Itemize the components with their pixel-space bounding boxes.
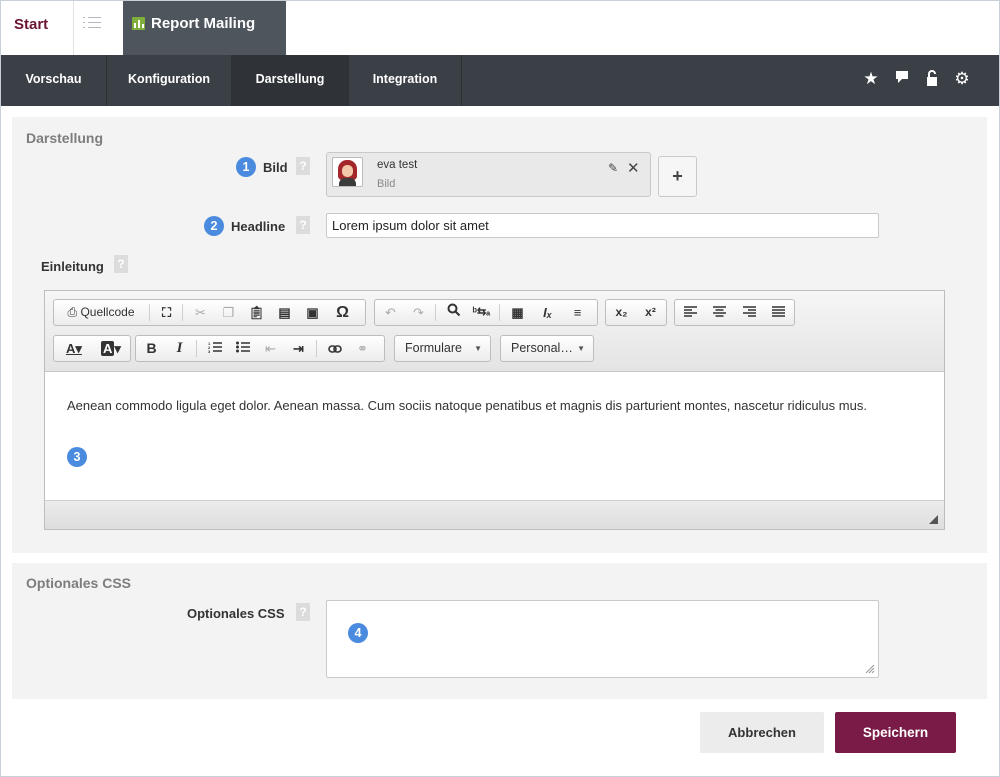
unlock-icon[interactable] [922, 69, 942, 89]
toolbar-group-script: x₂ x² [605, 299, 667, 326]
remove-format-icon[interactable]: Iₓ [535, 300, 560, 325]
save-button[interactable]: Speichern [835, 712, 956, 753]
unlink-icon[interactable]: ⚭ [350, 336, 375, 361]
personal-dropdown[interactable]: Personal… ▼ [500, 335, 594, 362]
cut-icon[interactable]: ✂ [188, 300, 213, 325]
optional-css-title: Optionales CSS [26, 575, 132, 591]
headline-label: Headline [231, 219, 286, 234]
format-dropdown[interactable]: Formulare ▼ [394, 335, 491, 362]
resize-grip-icon[interactable] [865, 664, 875, 674]
einleitung-help-icon[interactable]: ? [114, 255, 128, 273]
toolbar-group-edit: ↶ ↷ ᵇ⇆ₐ ▦ Iₓ ≡ [374, 299, 598, 326]
search-icon[interactable] [441, 300, 466, 325]
editor-statusbar [45, 500, 944, 529]
paste-text-icon[interactable]: ▤ [272, 300, 297, 325]
link-icon[interactable] [322, 336, 347, 361]
resize-handle-icon[interactable] [929, 515, 938, 524]
nav-konfiguration[interactable]: Konfiguration [107, 55, 232, 106]
report-chart-icon [132, 17, 145, 30]
redo-icon[interactable]: ↷ [406, 300, 431, 325]
paste-word-icon[interactable]: ▣ [300, 300, 325, 325]
toolbar-group-clipboard: ⎙ Quellcode ⛶ ✂ ❐ 📋︎ ▤ ▣ Ω [53, 299, 366, 326]
close-icon[interactable]: ✕ [627, 159, 640, 177]
tab-report-mailing[interactable]: Report Mailing [123, 1, 286, 55]
nav-integration[interactable]: Integration [349, 55, 462, 106]
toolbar-group-align [674, 299, 795, 326]
headline-input[interactable] [326, 213, 879, 238]
list-icon [83, 15, 101, 31]
special-char-icon[interactable]: Ω [330, 300, 355, 325]
nav-darstellung[interactable]: Darstellung [232, 55, 349, 106]
select-all-icon[interactable]: ▦ [505, 300, 530, 325]
align-justify-icon[interactable] [766, 300, 791, 325]
align-center-icon[interactable] [707, 300, 732, 325]
italic-icon[interactable]: I [167, 336, 192, 361]
superscript-icon[interactable]: x² [638, 300, 663, 325]
copy-icon[interactable]: ❐ [216, 300, 241, 325]
image-type: Bild [377, 178, 396, 190]
section-nav: Vorschau Konfiguration Darstellung Integ… [1, 55, 999, 106]
gear-icon[interactable]: ⚙ [952, 69, 972, 89]
source-label: Quellcode [80, 305, 135, 319]
bullet-list-icon[interactable] [230, 336, 255, 361]
optional-css-textarea[interactable]: 4 [326, 600, 879, 678]
replace-icon[interactable]: ᵇ⇆ₐ [469, 300, 494, 325]
format-dropdown-label: Formulare [405, 341, 462, 355]
tab-report-label: Report Mailing [151, 15, 256, 32]
add-image-button[interactable]: + [658, 156, 697, 197]
comment-icon[interactable] [892, 69, 912, 89]
editor-toolbar: ⎙ Quellcode ⛶ ✂ ❐ 📋︎ ▤ ▣ Ω ↶ ↷ ᵇ⇆ₐ ▦ Iₓ … [45, 291, 944, 372]
chevron-down-icon: ▼ [474, 344, 482, 353]
tab-start[interactable]: Start [1, 1, 74, 55]
headline-help-icon[interactable]: ? [296, 216, 310, 234]
align-right-icon[interactable] [737, 300, 762, 325]
toolbar-group-color: A▾ A ▾ [53, 335, 131, 362]
badge-1: 1 [236, 157, 256, 177]
outdent-icon[interactable]: ⇤ [258, 336, 283, 361]
horizontal-rule-icon[interactable]: ≡ [565, 300, 590, 325]
optional-css-help-icon[interactable]: ? [296, 603, 310, 621]
editor-paragraph: Aenean commodo ligula eget dolor. Aenean… [67, 398, 867, 413]
top-tab-bar: Start Report Mailing [1, 1, 999, 55]
nav-actions: ★ ⚙ [861, 69, 971, 89]
source-icon: ⎙ [67, 305, 78, 319]
ordered-list-icon[interactable]: 123 [202, 336, 227, 361]
subscript-icon[interactable]: x₂ [609, 300, 634, 325]
darstellung-section: Darstellung 1 Bild ? eva test Bild ✎ ✕ +… [12, 117, 987, 553]
pencil-icon[interactable]: ✎ [608, 161, 618, 175]
nav-vorschau[interactable]: Vorschau [1, 55, 107, 106]
badge-3: 3 [67, 447, 87, 467]
paste-icon[interactable]: 📋︎ [244, 300, 269, 325]
bild-help-icon[interactable]: ? [296, 157, 310, 175]
svg-text:3: 3 [208, 349, 211, 353]
star-icon[interactable]: ★ [861, 69, 881, 89]
bold-icon[interactable]: B [139, 336, 164, 361]
toolbar-group-format: B I 123 ⇤ ⇥ ⚭ [135, 335, 385, 362]
maximize-icon[interactable]: ⛶ [154, 300, 179, 325]
undo-icon[interactable]: ↶ [378, 300, 403, 325]
badge-4: 4 [348, 623, 368, 643]
chevron-down-icon: ▼ [577, 344, 585, 353]
image-name: eva test [377, 159, 418, 171]
optional-css-section: Optionales CSS Optionales CSS ? 4 [12, 563, 987, 699]
tab-list-view[interactable] [75, 1, 123, 55]
darstellung-title: Darstellung [26, 130, 104, 146]
align-left-icon[interactable] [678, 300, 703, 325]
bg-color-icon[interactable]: A ▾ [94, 336, 128, 361]
optional-css-label: Optionales CSS [187, 606, 285, 621]
bild-label: Bild [263, 160, 288, 175]
editor-content[interactable]: Aenean commodo ligula eget dolor. Aenean… [45, 373, 944, 499]
cancel-button[interactable]: Abbrechen [700, 712, 824, 753]
einleitung-label: Einleitung [41, 259, 104, 274]
personal-dropdown-label: Personal… [511, 341, 573, 355]
indent-icon[interactable]: ⇥ [286, 336, 311, 361]
source-button[interactable]: ⎙ Quellcode [57, 300, 145, 325]
tab-start-label: Start [14, 16, 49, 33]
image-thumbnail [332, 157, 363, 187]
badge-2: 2 [204, 216, 224, 236]
image-card: eva test Bild ✎ ✕ [326, 152, 651, 197]
text-color-icon[interactable]: A▾ [57, 336, 91, 361]
rich-text-editor: ⎙ Quellcode ⛶ ✂ ❐ 📋︎ ▤ ▣ Ω ↶ ↷ ᵇ⇆ₐ ▦ Iₓ … [44, 290, 945, 530]
